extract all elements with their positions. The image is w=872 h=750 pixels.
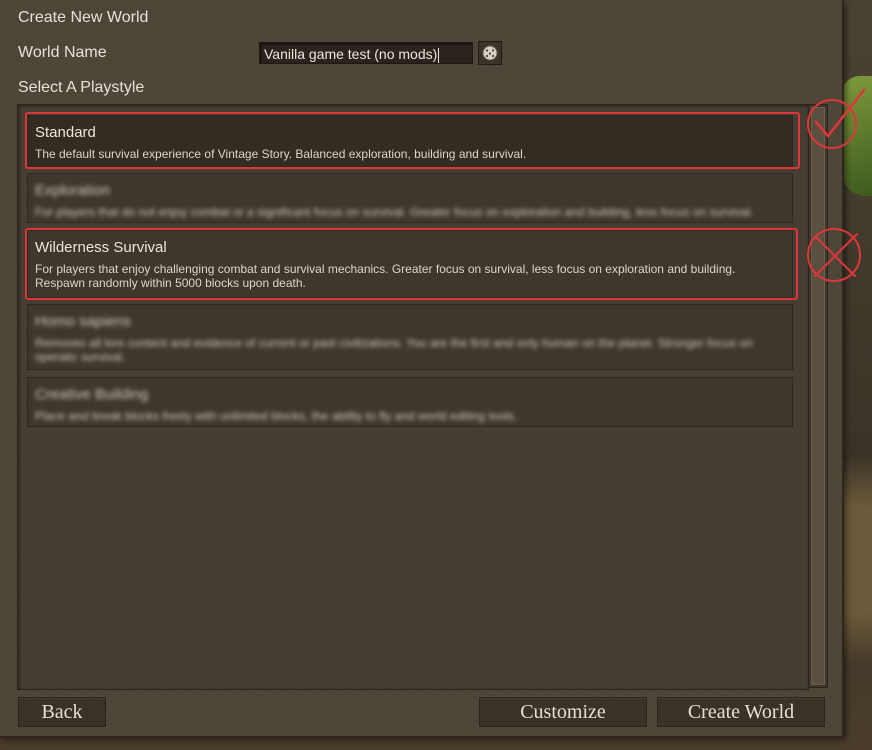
customize-button[interactable]: Customize bbox=[479, 697, 647, 727]
create-world-button[interactable]: Create World bbox=[657, 697, 825, 727]
playstyle-label: Select A Playstyle bbox=[18, 79, 145, 96]
world-name-label: World Name bbox=[18, 44, 107, 61]
playstyle-option-homo-sapiens[interactable]: Homo sapiens Removes all lore content an… bbox=[27, 304, 793, 370]
dialog-title: Create New World bbox=[18, 9, 149, 26]
world-name-value: Vanilla game test (no mods) bbox=[264, 46, 438, 62]
world-name-input[interactable]: Vanilla game test (no mods) bbox=[259, 42, 473, 64]
wilderness-highlight-box bbox=[25, 228, 798, 300]
option-description: For players that do not enjoy combat or … bbox=[35, 205, 754, 219]
option-title: Exploration bbox=[35, 182, 111, 199]
standard-highlight-box bbox=[25, 112, 800, 169]
option-title: Homo sapiens bbox=[35, 313, 131, 330]
checkmark-circle-icon bbox=[807, 88, 866, 149]
randomize-seed-button[interactable] bbox=[478, 41, 502, 65]
playstyle-scrollbar[interactable] bbox=[808, 104, 828, 688]
create-world-dialog: Create New World World Name Vanilla game… bbox=[0, 0, 844, 738]
x-circle-icon bbox=[807, 228, 861, 282]
option-description: Removes all lore content and evidence of… bbox=[35, 336, 753, 364]
back-button[interactable]: Back bbox=[18, 697, 106, 727]
option-description: Place and break blocks freely with unlim… bbox=[35, 409, 518, 423]
playstyle-option-exploration[interactable]: Exploration For players that do not enjo… bbox=[27, 173, 793, 223]
dice-icon bbox=[482, 45, 498, 61]
playstyle-option-creative-building[interactable]: Creative Building Place and break blocks… bbox=[27, 377, 793, 427]
text-caret bbox=[438, 47, 440, 63]
option-title: Creative Building bbox=[35, 386, 149, 403]
scrollbar-thumb[interactable] bbox=[811, 107, 825, 685]
